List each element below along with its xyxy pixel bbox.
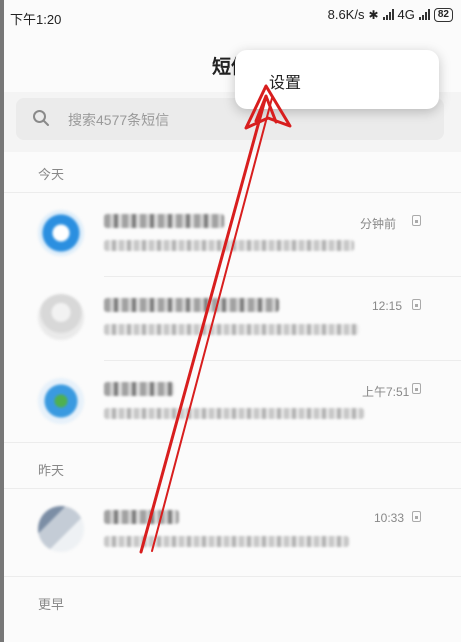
contact-name-redacted: [104, 382, 174, 396]
conversation-row[interactable]: 上午7:51: [0, 368, 461, 448]
sim-card-icon: [412, 215, 421, 226]
avatar: [38, 294, 84, 340]
message-snippet-redacted: [104, 536, 349, 547]
sim-card-icon: [412, 383, 421, 394]
conversation-row[interactable]: 分钟前: [0, 200, 461, 280]
message-snippet-redacted: [104, 240, 354, 251]
status-indicators: 8.6K/s ✱ 4G 82: [328, 7, 453, 22]
section-label-earlier: 昨天: [38, 463, 65, 478]
message-time: 上午7:51: [362, 385, 410, 399]
message-snippet-redacted: [104, 324, 359, 335]
sim-card-icon: [412, 511, 421, 522]
conversation-row[interactable]: 12:15: [0, 284, 461, 364]
bluetooth-icon: ✱: [368, 7, 379, 22]
status-bar: 下午1:20 8.6K/s ✱ 4G 82: [0, 0, 461, 34]
network-speed: 8.6K/s: [327, 7, 365, 22]
search-placeholder: 搜索4577条短信: [68, 112, 170, 128]
search-icon: [32, 109, 50, 132]
menu-item-settings[interactable]: 设置: [269, 69, 301, 93]
section-label-today: 今天: [38, 167, 65, 182]
avatar: [38, 378, 84, 424]
conversation-list: 今天 分钟前 12:15 上午7:51 昨天 10:33 更早: [0, 152, 461, 642]
contact-name-redacted: [104, 510, 179, 524]
battery-icon: 82: [433, 7, 453, 22]
contact-name-redacted: [104, 298, 279, 312]
message-time: 分钟前: [360, 217, 397, 231]
signal-icon: [418, 9, 430, 20]
message-time: 12:15: [372, 299, 403, 313]
section-label-older: 更早: [38, 597, 65, 612]
status-time: 下午1:20: [10, 12, 62, 27]
overflow-menu: 设置: [235, 50, 439, 109]
avatar: [38, 506, 84, 552]
conversation-row[interactable]: 10:33: [0, 496, 461, 576]
contact-name-redacted: [104, 214, 224, 228]
network-type: 4G: [397, 7, 415, 22]
message-snippet-redacted: [104, 408, 364, 419]
avatar: [38, 210, 84, 256]
signal-icon: [382, 9, 394, 20]
screen-edge: [0, 0, 4, 642]
message-time: 10:33: [374, 511, 405, 525]
sim-card-icon: [412, 299, 421, 310]
